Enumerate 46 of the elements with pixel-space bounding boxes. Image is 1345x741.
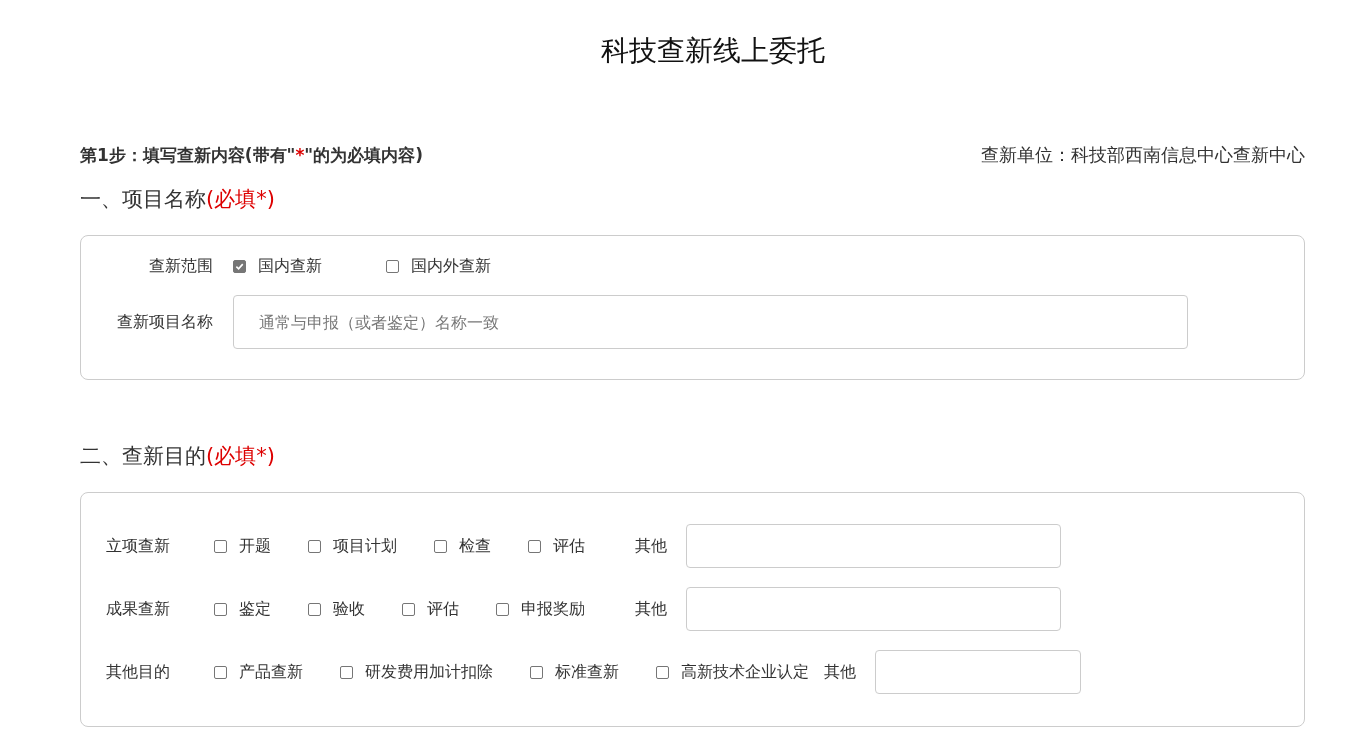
checkbox-option[interactable]: 开题 xyxy=(214,535,271,557)
other-label: 其他 xyxy=(824,661,856,683)
checkbox-option[interactable]: 高新技术企业认定 xyxy=(656,661,809,683)
checkbox[interactable] xyxy=(496,602,509,616)
other-input-field[interactable] xyxy=(875,650,1081,694)
checkbox[interactable] xyxy=(214,665,227,679)
row-label: 立项查新 xyxy=(106,535,171,557)
checkbox-option[interactable]: 评估 xyxy=(402,598,459,620)
checkbox-option[interactable]: 标准查新 xyxy=(530,661,619,683)
row-label: 成果查新 xyxy=(106,598,171,620)
checkbox-option[interactable]: 鉴定 xyxy=(214,598,271,620)
checkbox-option[interactable]: 研发费用加计扣除 xyxy=(340,661,493,683)
checkbox-option[interactable]: 评估 xyxy=(528,535,585,557)
section-heading: 二、查新目的(必填*) xyxy=(80,443,276,470)
checkbox-option[interactable]: 项目计划 xyxy=(308,535,397,557)
section-heading: 一、项目名称(必填*) xyxy=(80,186,276,213)
unit-text: 查新单位：科技部西南信息中心查新中心 xyxy=(981,143,1305,167)
checkbox[interactable] xyxy=(233,260,246,273)
checkbox[interactable] xyxy=(402,602,415,616)
other-label: 其他 xyxy=(635,535,667,557)
step-heading: 第1步：填写查新内容(带有"*"的为必填内容) xyxy=(80,143,423,167)
page-title: 科技查新线上委托 xyxy=(599,33,826,69)
row-label: 其他目的 xyxy=(106,661,171,683)
other-input-field[interactable] xyxy=(686,524,1061,568)
checkbox[interactable] xyxy=(434,539,447,553)
other-input-field[interactable] xyxy=(686,587,1061,631)
checkbox[interactable] xyxy=(528,539,541,553)
checkbox-option[interactable]: 验收 xyxy=(308,598,365,620)
checkbox-option[interactable]: 国内查新 xyxy=(233,256,322,277)
checkbox-option[interactable]: 产品查新 xyxy=(214,661,303,683)
checkbox-option[interactable]: 国内外查新 xyxy=(386,256,491,277)
checkbox[interactable] xyxy=(308,602,321,616)
checkbox[interactable] xyxy=(214,602,227,616)
check-icon xyxy=(235,262,244,271)
checkbox-option[interactable]: 申报奖励 xyxy=(496,598,585,620)
checkbox[interactable] xyxy=(308,539,321,553)
checkbox[interactable] xyxy=(530,665,543,679)
checkbox[interactable] xyxy=(340,665,353,679)
checkbox[interactable] xyxy=(656,665,669,679)
field-label: 查新项目名称 xyxy=(116,311,214,333)
checkbox[interactable] xyxy=(386,260,399,273)
other-label: 其他 xyxy=(635,598,667,620)
field-label: 查新范围 xyxy=(148,256,214,277)
checkbox[interactable] xyxy=(214,539,227,553)
checkbox-option[interactable]: 检查 xyxy=(434,535,491,557)
input-field[interactable]: 通常与申报（或者鉴定）名称一致 xyxy=(233,295,1188,349)
